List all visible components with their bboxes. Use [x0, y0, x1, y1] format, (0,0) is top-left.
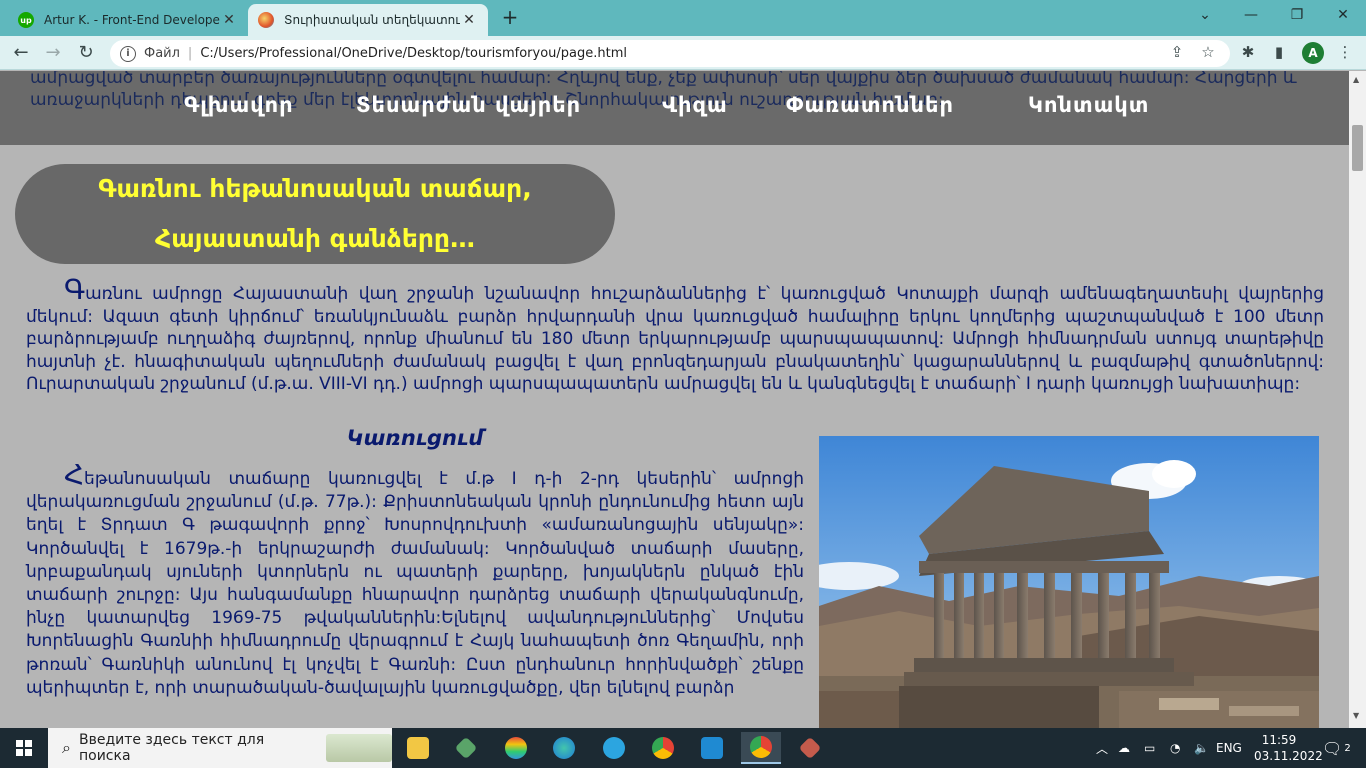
elephants-search-highlight-icon — [326, 734, 392, 762]
page-title-line2: Հայաստանի գանձերը… — [155, 224, 475, 253]
extensions-icon[interactable]: ✱ — [1237, 41, 1259, 63]
construction-paragraph: Հեթանոսական տաճարը կառուցվել է մ.թ I դ-ի… — [26, 461, 804, 700]
notifications-icon[interactable]: 🗨 2 — [1322, 728, 1351, 768]
address-bar[interactable]: i Файл | C:/Users/Professional/OneDrive/… — [110, 40, 1230, 67]
upwork-icon: up — [18, 12, 34, 28]
site-header: ամրացված տարբեր ծառայությունները օգտվելո… — [0, 71, 1349, 145]
reload-icon[interactable]: ↻ — [74, 41, 98, 65]
taskbar-clock[interactable]: 11:59 03.11.2022 — [1254, 732, 1323, 764]
nav-sights[interactable]: Տեսարժան վայրեր — [356, 93, 581, 117]
onedrive-icon[interactable]: ☁ — [1118, 728, 1130, 768]
tray-chevron-icon[interactable]: ︿ — [1096, 728, 1108, 768]
tab-strip: up Artur K. - Front-End Developer - ✕ Տո… — [0, 0, 1366, 36]
main-nav: Գլխավոր Տեսարժան վայրեր Վիզա Փառատոններ … — [0, 93, 1349, 125]
forward-arrow-icon[interactable]: → — [41, 41, 65, 65]
garni-temple-photo — [819, 436, 1319, 728]
git-icon[interactable] — [446, 732, 486, 764]
nav-contact[interactable]: Կոնտակտ — [1028, 93, 1149, 117]
browser-toolbar: ← → ↻ i Файл | C:/Users/Professional/One… — [0, 36, 1366, 70]
page-viewport: ամրացված տարբեր ծառայությունները օգտվելո… — [0, 71, 1349, 728]
windows-start-button[interactable] — [0, 728, 48, 768]
rainbow-app-icon[interactable] — [496, 732, 536, 764]
scrollbar-thumb[interactable] — [1352, 125, 1363, 171]
nav-festivals[interactable]: Փառատոններ — [786, 93, 954, 117]
profile-avatar[interactable]: A — [1302, 42, 1324, 64]
scroll-down-icon[interactable]: ▼ — [1353, 711, 1359, 720]
section-heading: Կառուցում — [346, 426, 484, 450]
restore-button[interactable]: ❐ — [1274, 0, 1320, 30]
volume-icon[interactable]: 🔈 — [1194, 728, 1209, 768]
new-tab-button[interactable]: + — [498, 6, 522, 30]
close-icon[interactable]: ✕ — [220, 12, 238, 28]
chrome-icon[interactable] — [643, 732, 683, 764]
windows-taskbar: ⌕ Введите здесь текст для поиска ︿ ☁ ▭ ◔… — [0, 728, 1366, 768]
share-icon[interactable]: ⇪ — [1166, 41, 1188, 63]
nav-visa[interactable]: Վիզա — [662, 93, 728, 117]
clock-time: 11:59 — [1261, 733, 1297, 747]
tab-title: Տուրիստական տեղեկատու — [284, 13, 460, 27]
clock-date: 03.11.2022 — [1254, 749, 1323, 763]
bookmark-star-icon[interactable]: ☆ — [1197, 41, 1219, 63]
notification-count: 2 — [1344, 742, 1351, 754]
page-scrollbar[interactable]: ▲ ▼ — [1349, 71, 1366, 728]
scroll-up-icon[interactable]: ▲ — [1353, 75, 1359, 84]
close-window-button[interactable]: ✕ — [1320, 0, 1366, 30]
address-url[interactable]: C:/Users/Professional/OneDrive/Desktop/t… — [200, 46, 627, 61]
side-panel-icon[interactable]: ▮ — [1268, 41, 1290, 63]
address-scheme: Файл — [144, 46, 180, 61]
taskbar-search-box[interactable]: ⌕ Введите здесь текст для поиска — [48, 728, 392, 768]
info-icon[interactable]: i — [120, 45, 136, 62]
tab-upwork[interactable]: up Artur K. - Front-End Developer - ✕ — [8, 4, 248, 36]
chrome-profile-icon[interactable] — [741, 732, 781, 764]
nav-home[interactable]: Գլխավոր — [184, 93, 294, 117]
tab-tourism[interactable]: Տուրիստական տեղեկատու ✕ — [248, 4, 488, 36]
page-title-line1: Գառնու հեթանոսական տաճար, — [98, 174, 532, 203]
intro-paragraph: Գառնու ամրոցը Հայաստանի վաղ շրջանի նշանա… — [26, 276, 1324, 396]
minimize-button[interactable]: — — [1228, 0, 1274, 30]
intro-text: առնու ամրոցը Հայաստանի վաղ շրջանի նշանավ… — [26, 284, 1324, 395]
tab-search-icon[interactable]: ⌄ — [1182, 0, 1228, 30]
tab-title: Artur K. - Front-End Developer - — [44, 13, 220, 27]
telegram-icon[interactable] — [594, 732, 634, 764]
search-icon: ⌕ — [62, 738, 71, 757]
edge-icon[interactable] — [544, 732, 584, 764]
battery-icon[interactable]: ▭ — [1144, 728, 1155, 768]
network-icon[interactable]: ◔ — [1170, 728, 1180, 768]
dropcap: Գ — [64, 273, 86, 306]
taskbar-search-placeholder: Введите здесь текст для поиска — [78, 732, 265, 764]
git-gui-icon[interactable] — [790, 732, 830, 764]
close-icon[interactable]: ✕ — [460, 12, 478, 28]
page-title: Գառնու հեթանոսական տաճար, Հայաստանի գանձ… — [15, 164, 615, 264]
dropcap: Հ — [64, 458, 85, 491]
globe-icon — [258, 12, 274, 28]
menu-kebab-icon[interactable]: ⋮ — [1334, 41, 1356, 63]
back-arrow-icon[interactable]: ← — [9, 41, 33, 65]
language-indicator[interactable]: ENG — [1216, 728, 1242, 768]
address-separator: | — [187, 46, 193, 61]
vscode-icon[interactable] — [692, 732, 732, 764]
construction-text: եթանոսական տաճարը կառուցվել է մ.թ I դ-ի … — [26, 469, 804, 698]
file-explorer-icon[interactable] — [398, 732, 438, 764]
